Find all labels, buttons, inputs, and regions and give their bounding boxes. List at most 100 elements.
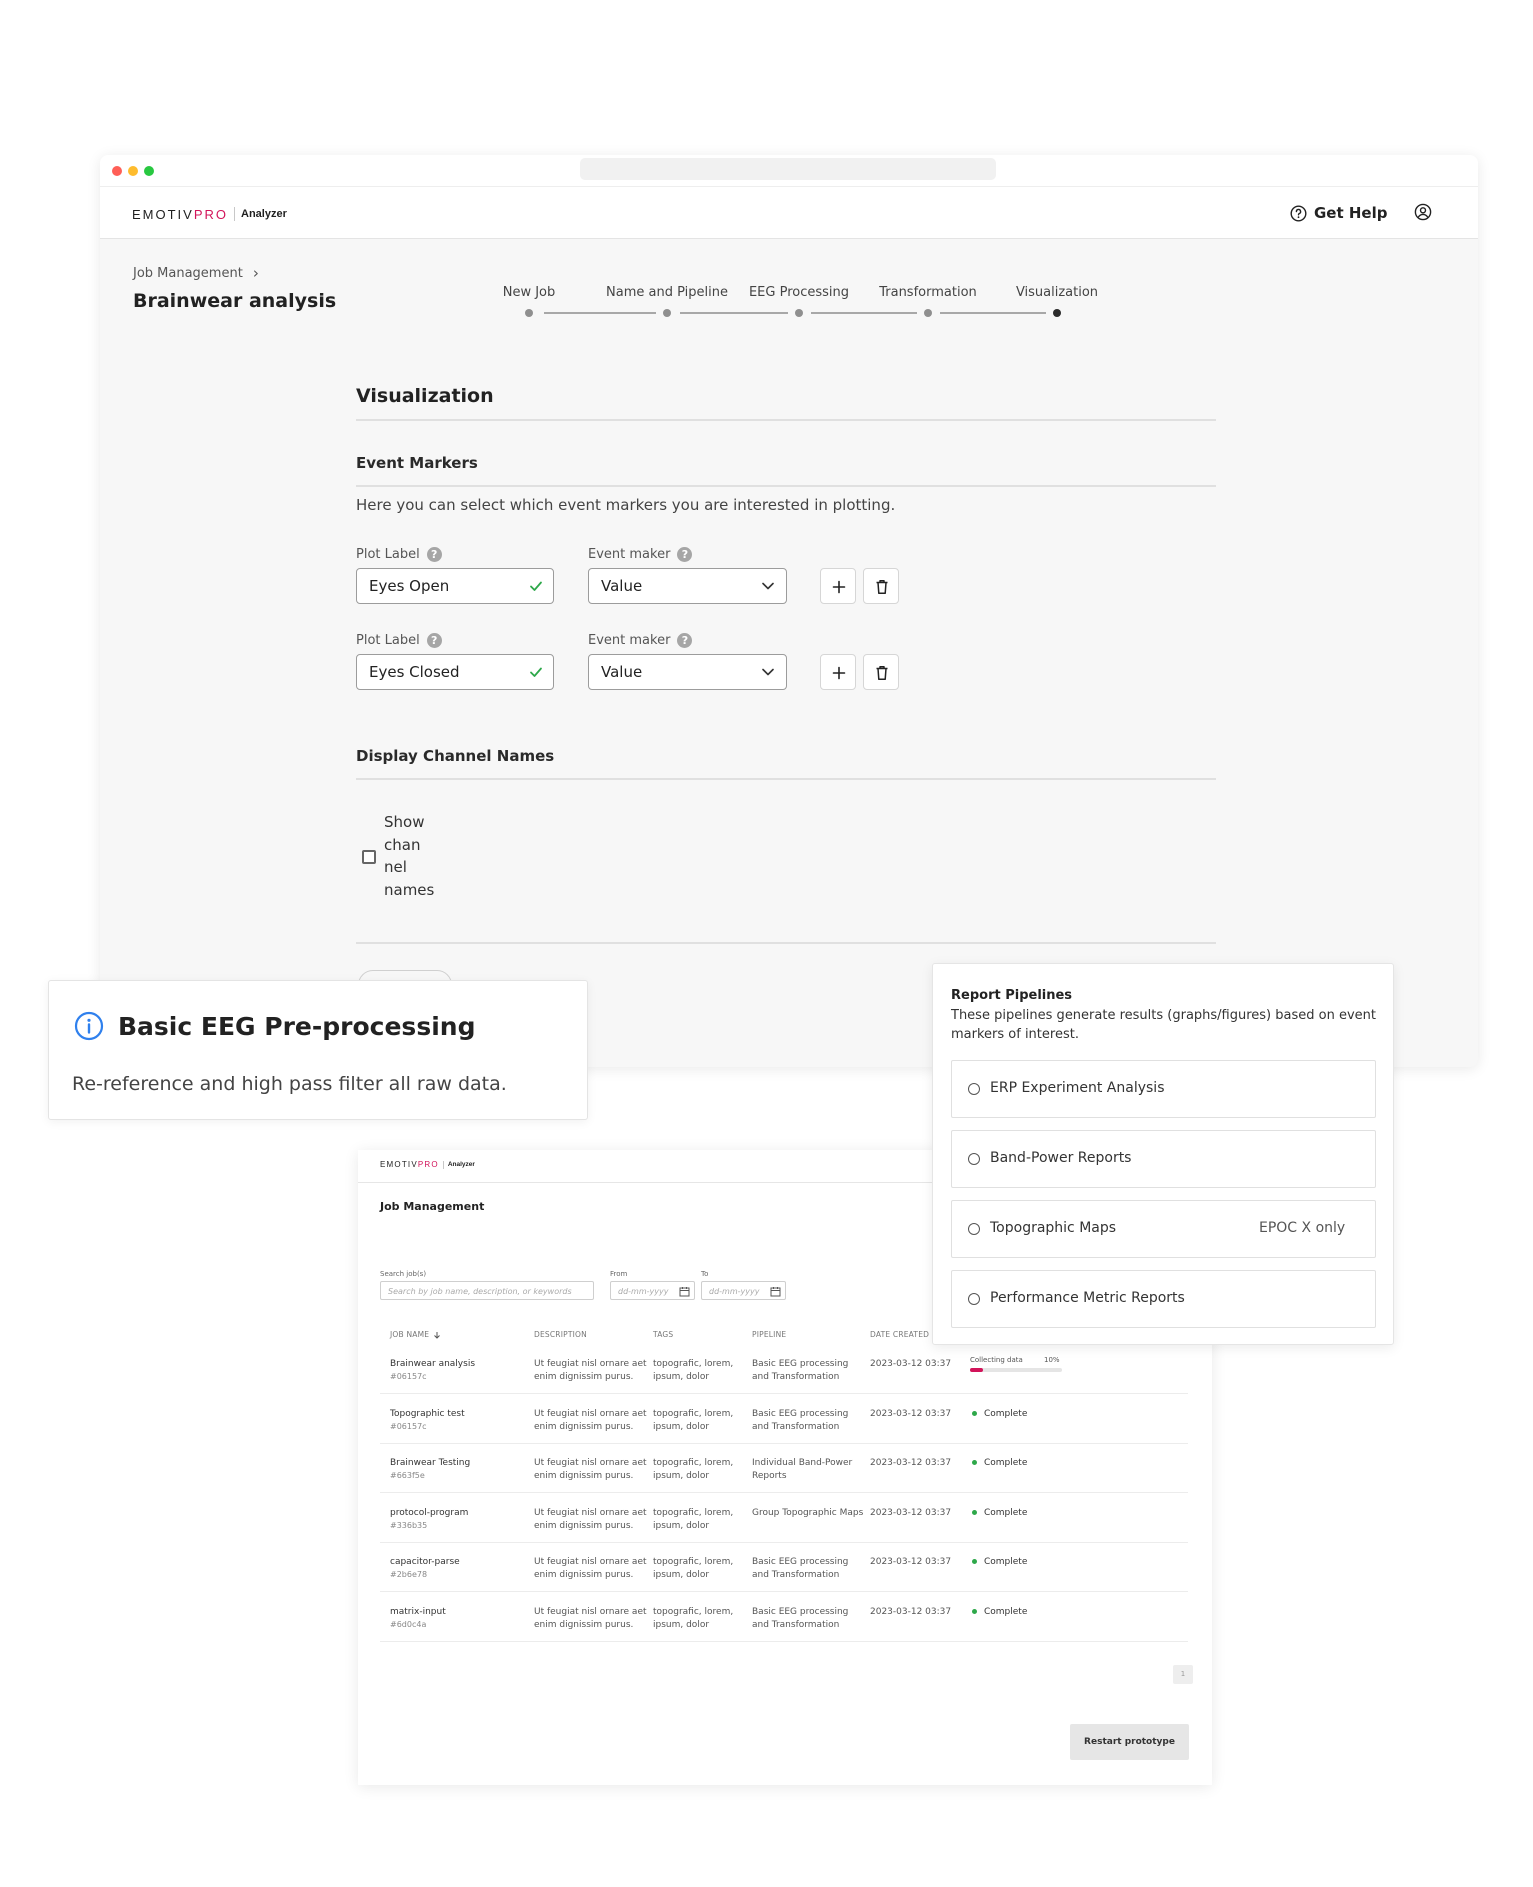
progress-stepper: New Job Name and Pipeline EEG Processing… xyxy=(100,285,1478,325)
add-marker-button[interactable] xyxy=(820,654,856,690)
to-date-input[interactable]: dd-mm-yyyy xyxy=(701,1281,786,1300)
job-description: Ut feugiat nisl ornare aet enim dignissim… xyxy=(534,1557,647,1580)
job-pipeline: Basic EEG processing and Transformation xyxy=(752,1359,849,1382)
job-name[interactable]: matrix-input xyxy=(390,1606,446,1619)
option-label: Performance Metric Reports xyxy=(990,1290,1185,1306)
info-circle-icon xyxy=(74,1011,104,1041)
report-option[interactable]: Performance Metric Reports xyxy=(951,1270,1376,1328)
event-maker-caption: Event maker xyxy=(588,547,671,562)
radio-button[interactable] xyxy=(968,1083,980,1095)
radio-button[interactable] xyxy=(968,1223,980,1235)
window-close-button[interactable] xyxy=(112,166,122,176)
job-name[interactable]: Brainwear Testing xyxy=(390,1457,470,1470)
job-name[interactable]: Topographic test xyxy=(390,1408,465,1421)
divider xyxy=(356,778,1216,780)
show-channel-names-checkbox[interactable] xyxy=(362,850,376,864)
step-label-eeg-processing[interactable]: EEG Processing xyxy=(749,285,849,300)
step-dot-name-and-pipeline[interactable] xyxy=(663,309,671,317)
plot-label-input[interactable]: Eyes Open xyxy=(356,568,554,604)
report-option[interactable]: Band-Power Reports xyxy=(951,1130,1376,1188)
report-option[interactable]: ERP Experiment Analysis xyxy=(951,1060,1376,1118)
step-dot-new-job[interactable] xyxy=(525,309,533,317)
column-header-tags[interactable]: TAGS xyxy=(653,1330,673,1339)
browser-chrome xyxy=(100,155,1478,187)
report-pipelines-title: Report Pipelines xyxy=(951,988,1073,1003)
breadcrumb-job-management[interactable]: Job Management xyxy=(133,266,243,281)
event-maker-select[interactable]: Value xyxy=(588,654,787,690)
job-description: Ut feugiat nisl ornare aet enim dignissim… xyxy=(534,1606,647,1630)
from-date-input[interactable]: dd-mm-yyyy xyxy=(610,1281,695,1300)
address-bar[interactable] xyxy=(580,158,996,180)
job-name[interactable]: Brainwear analysis xyxy=(390,1358,475,1371)
report-option[interactable]: Topographic Maps EPOC X only xyxy=(951,1200,1376,1258)
step-dot-visualization[interactable] xyxy=(1053,309,1061,317)
window-maximize-button[interactable] xyxy=(144,166,154,176)
account-button[interactable] xyxy=(1414,203,1434,223)
from-label: From xyxy=(610,1270,628,1278)
delete-marker-button[interactable] xyxy=(863,654,899,690)
get-help-label: Get Help xyxy=(1314,204,1388,222)
step-connector xyxy=(940,312,1046,314)
option-label: ERP Experiment Analysis xyxy=(990,1080,1165,1096)
help-icon[interactable]: ? xyxy=(677,547,693,562)
radio-button[interactable] xyxy=(968,1293,980,1305)
chevron-down-icon xyxy=(762,668,774,676)
window-minimize-button[interactable] xyxy=(128,166,138,176)
job-id: #2b6e78 xyxy=(390,1570,428,1579)
column-header-date-created[interactable]: DATE CREATED xyxy=(870,1330,929,1339)
status-dot xyxy=(972,1608,977,1614)
option-note: EPOC X only xyxy=(1259,1220,1346,1236)
job-progress-bar xyxy=(970,1368,1062,1372)
step-label-new-job[interactable]: New Job xyxy=(503,285,556,300)
emotiv-logo[interactable]: EMOTIVPRO Analyzer xyxy=(132,204,287,224)
column-header-pipeline[interactable]: PIPELINE xyxy=(752,1330,786,1339)
status-dot xyxy=(972,1460,977,1465)
step-label-name-and-pipeline[interactable]: Name and Pipeline xyxy=(606,285,728,300)
breadcrumb-chevron-icon: › xyxy=(252,264,259,282)
trash-icon xyxy=(876,666,888,681)
calendar-icon xyxy=(679,1287,690,1297)
status-dot xyxy=(972,1559,977,1564)
trash-icon xyxy=(876,580,888,595)
job-description: Ut feugiat nisl ornare aet enim dignissim… xyxy=(534,1458,647,1481)
job-tags: topografic, lorem, ipsum, dolor xyxy=(653,1557,734,1580)
job-progress-fill xyxy=(970,1368,983,1372)
event-maker-select[interactable]: Value xyxy=(588,568,787,604)
job-name[interactable]: capacitor-parse xyxy=(390,1556,460,1569)
divider xyxy=(356,485,1216,487)
step-dot-transformation[interactable] xyxy=(924,309,932,317)
logo-subtitle: Analyzer xyxy=(447,1161,475,1168)
job-status-text: Collecting data xyxy=(970,1356,1023,1364)
delete-marker-button[interactable] xyxy=(863,568,899,604)
job-date-created: 2023-03-12 03:37 xyxy=(870,1458,952,1468)
job-tags: topografic, lorem, ipsum, dolor xyxy=(653,1458,734,1481)
search-label: Search job(s) xyxy=(380,1270,427,1278)
plot-label-input[interactable]: Eyes Closed xyxy=(356,654,554,690)
pagination-page[interactable]: 1 xyxy=(1173,1665,1193,1684)
emotiv-logo[interactable]: EMOTIVPRO Analyzer xyxy=(380,1160,475,1169)
help-icon[interactable]: ? xyxy=(426,633,442,648)
column-header-job-name[interactable]: JOB NAME xyxy=(390,1330,441,1339)
get-help-link[interactable]: Get Help xyxy=(1290,203,1387,223)
step-label-transformation[interactable]: Transformation xyxy=(879,285,977,300)
help-icon[interactable]: ? xyxy=(677,633,693,648)
step-label-visualization[interactable]: Visualization xyxy=(1016,285,1098,300)
job-pipeline: Basic EEG processing and Transformation xyxy=(752,1557,849,1580)
search-input[interactable]: Search by job name, description, or keyw… xyxy=(380,1281,594,1300)
add-marker-button[interactable] xyxy=(820,568,856,604)
help-icon[interactable]: ? xyxy=(426,547,442,562)
report-pipelines-card: Report Pipelines These pipelines generat… xyxy=(932,963,1394,1345)
restart-prototype-button[interactable]: Restart prototype xyxy=(1070,1724,1189,1760)
job-pipeline: Basic EEG processing and Transformation xyxy=(752,1408,849,1432)
label-line: Show xyxy=(384,813,425,831)
logo-subtitle: Analyzer xyxy=(241,208,287,220)
show-channel-names-label[interactable]: Show chan nel names xyxy=(384,811,434,901)
status-dot xyxy=(972,1410,977,1416)
row-divider xyxy=(380,1492,1188,1493)
arrow-down-icon xyxy=(434,1331,441,1339)
radio-button[interactable] xyxy=(968,1153,980,1165)
column-header-description[interactable]: DESCRIPTION xyxy=(534,1330,587,1339)
divider xyxy=(356,942,1216,944)
step-dot-eeg-processing[interactable] xyxy=(795,309,803,317)
job-name[interactable]: protocol-program xyxy=(390,1507,468,1520)
